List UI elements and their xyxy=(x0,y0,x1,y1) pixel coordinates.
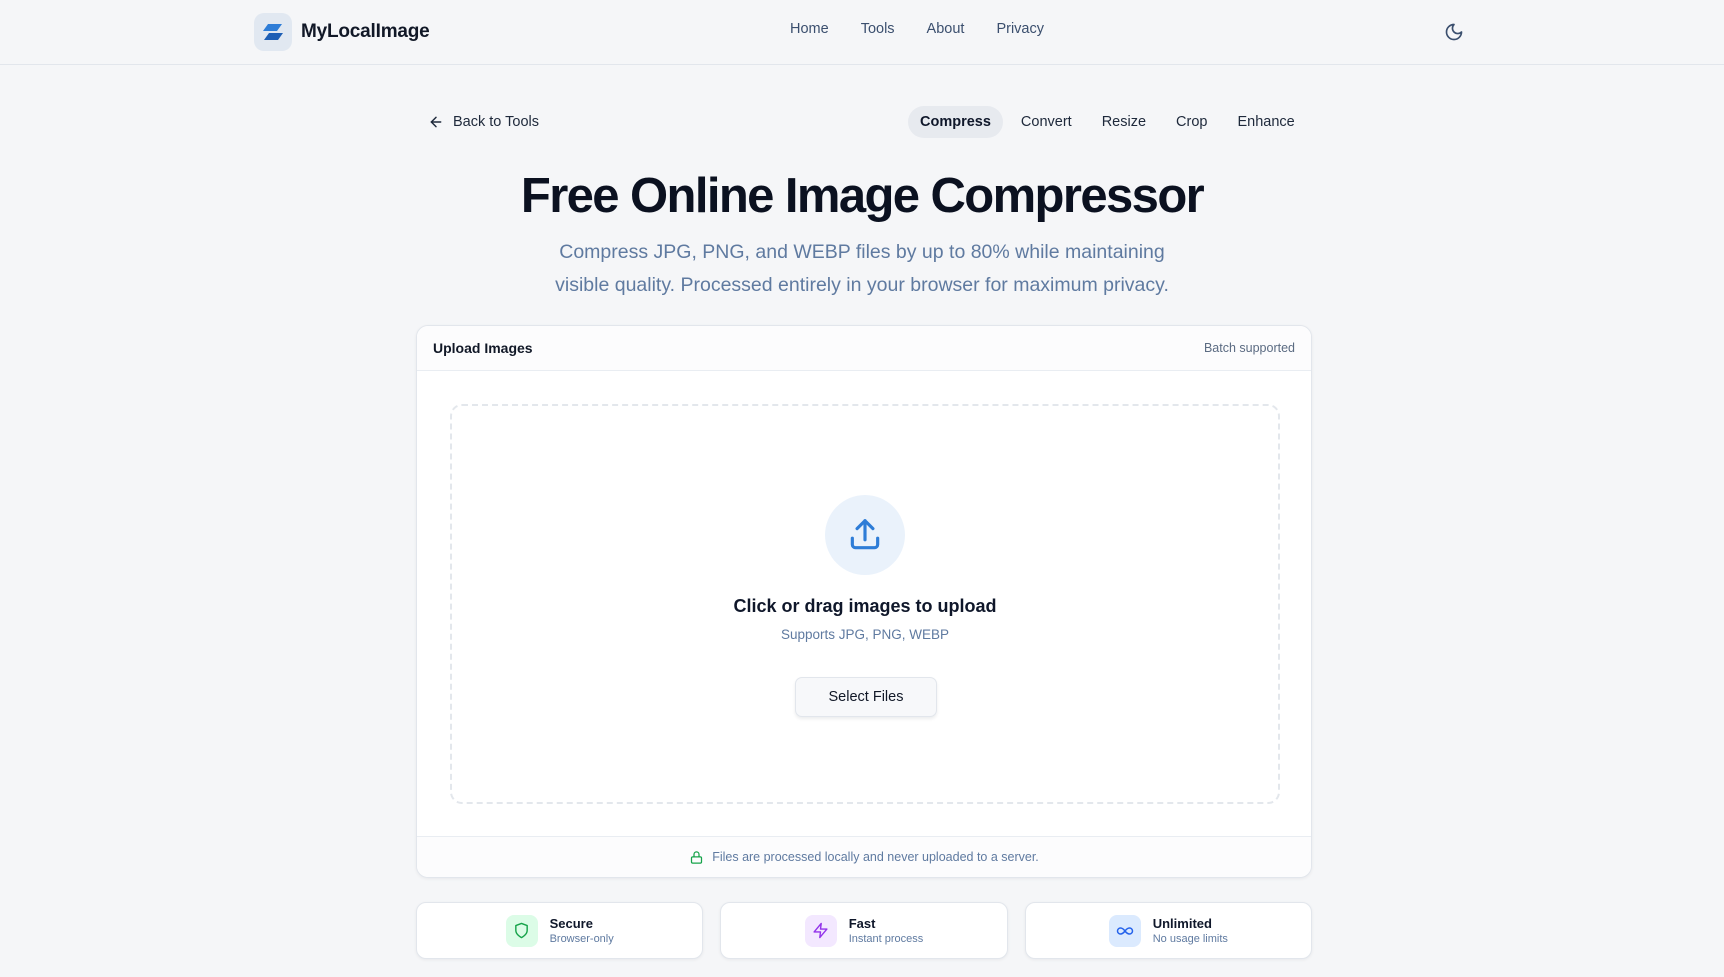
nav-privacy[interactable]: Privacy xyxy=(996,21,1044,37)
feature-title: Unlimited xyxy=(1152,916,1212,931)
tab-compress[interactable]: Compress xyxy=(908,106,1003,138)
dropzone-subtitle: Supports JPG, PNG, WEBP xyxy=(780,627,950,642)
logo-icon xyxy=(254,13,292,51)
dropzone-title: Click or drag images to upload xyxy=(733,596,997,616)
shield-icon xyxy=(505,914,538,947)
feature-fast: Fast Instant process xyxy=(720,902,1008,959)
feature-title: Fast xyxy=(848,916,876,931)
back-label: Back to Tools xyxy=(453,114,539,130)
top-bar: MyLocalImage Home Tools About Privacy xyxy=(0,0,1724,65)
tab-convert[interactable]: Convert xyxy=(1009,106,1084,138)
tab-crop[interactable]: Crop xyxy=(1164,106,1219,138)
privacy-note-text: Files are processed locally and never up… xyxy=(712,850,1039,864)
theme-toggle-button[interactable] xyxy=(1440,18,1468,46)
batch-supported-label: Batch supported xyxy=(1203,341,1295,355)
privacy-note: Files are processed locally and never up… xyxy=(417,836,1311,877)
select-files-button[interactable]: Select Files xyxy=(795,677,937,717)
feature-subtitle: Instant process xyxy=(848,933,924,945)
feature-unlimited: Unlimited No usage limits xyxy=(1024,902,1312,959)
tab-resize[interactable]: Resize xyxy=(1090,106,1158,138)
upload-card: Upload Images Batch supported Click or d… xyxy=(416,325,1312,878)
feature-secure: Secure Browser-only xyxy=(416,902,704,959)
page-title: Free Online Image Compressor xyxy=(520,169,1205,223)
upload-icon-circle xyxy=(825,495,905,575)
arrow-left-icon xyxy=(430,116,442,128)
brand[interactable]: MyLocalImage xyxy=(254,13,430,51)
main-nav: Home Tools About Privacy xyxy=(790,21,1044,37)
upload-card-header: Upload Images Batch supported xyxy=(417,326,1311,371)
lock-icon xyxy=(691,850,703,864)
back-to-tools-link[interactable]: Back to Tools xyxy=(428,111,539,133)
page-subtitle: Compress JPG, PNG, and WEBP files by up … xyxy=(555,241,1169,296)
upload-card-title: Upload Images xyxy=(433,340,533,356)
feature-subtitle: Browser-only xyxy=(549,933,614,945)
feature-subtitle: No usage limits xyxy=(1152,933,1228,945)
nav-tools[interactable]: Tools xyxy=(861,21,895,37)
nav-home[interactable]: Home xyxy=(790,21,829,37)
moon-icon xyxy=(1445,23,1463,41)
upload-icon xyxy=(850,519,880,550)
brand-name: MyLocalImage xyxy=(301,21,430,42)
upload-dropzone[interactable]: Click or drag images to upload Supports … xyxy=(450,404,1280,804)
feature-cards: Secure Browser-only Fast Instant process… xyxy=(416,902,1312,959)
tab-enhance[interactable]: Enhance xyxy=(1225,106,1306,138)
tool-tabs: Compress Convert Resize Crop Enhance xyxy=(908,106,1307,138)
infinity-icon xyxy=(1108,914,1141,947)
lightning-icon xyxy=(804,914,837,947)
nav-about[interactable]: About xyxy=(927,21,965,37)
feature-title: Secure xyxy=(549,916,593,931)
